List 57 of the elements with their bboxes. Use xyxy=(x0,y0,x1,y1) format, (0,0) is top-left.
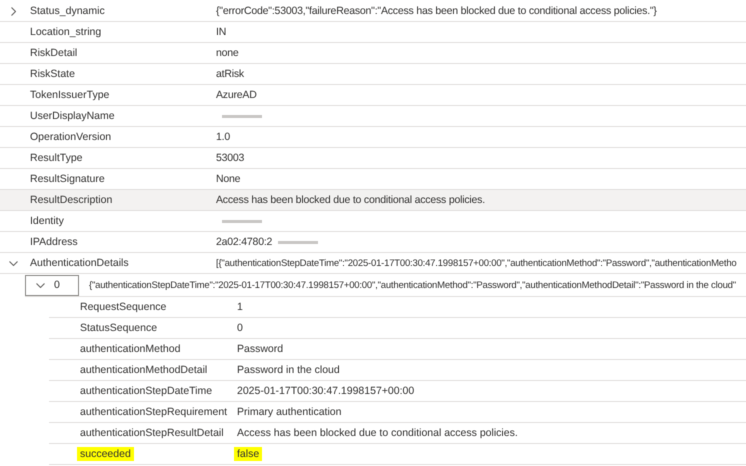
list-row[interactable]: AuthenticationDetails [{"authenticationStepDateTime":"2025-01-17T00:30:47.1998157+00:00","authenticationMethod":"Password","authenticationMetho xyxy=(0,253,746,274)
field-name: UserDisplayName xyxy=(30,110,116,122)
list-row[interactable]: TokenIssuerType AzureAD xyxy=(0,85,746,106)
highlighted-field-value: false xyxy=(234,447,262,461)
field-name: authenticationMethod xyxy=(80,343,180,355)
field-name: TokenIssuerType xyxy=(30,89,110,101)
field-value: IN xyxy=(216,26,226,38)
field-name: RiskDetail xyxy=(30,47,78,59)
field-name: Status_dynamic xyxy=(30,5,106,17)
field-name: authenticationStepRequirement xyxy=(80,406,228,418)
list-row[interactable]: OperationVersion 1.0 xyxy=(0,127,746,148)
field-name: Identity xyxy=(30,215,65,227)
chevron-right-icon[interactable] xyxy=(10,6,16,16)
field-value: Password in the cloud xyxy=(237,364,340,376)
field-value: [{"authenticationStepDateTime":"2025-01-17T00:30:47.1998157+00:00","authenticationMethod":"Password","authenticationMetho xyxy=(216,258,736,268)
field-value: atRisk xyxy=(216,68,244,80)
list-row[interactable]: Status_dynamic {"errorCode":53003,"failureReason":"Access has been blocked due to conditional access policies."} xyxy=(0,1,746,22)
field-name: StatusSequence xyxy=(80,322,158,334)
chevron-down-icon[interactable] xyxy=(36,283,45,288)
field-value: {"errorCode":53003,"failureReason":"Access has been blocked due to conditional access policies."} xyxy=(216,5,657,17)
chevron-down-icon[interactable] xyxy=(8,260,18,266)
field-value: 0 xyxy=(237,322,243,334)
field-name: authenticationMethodDetail xyxy=(80,364,208,376)
field-value: none xyxy=(216,47,239,59)
field-value: 1.0 xyxy=(216,131,230,143)
field-name: RequestSequence xyxy=(80,301,166,313)
field-value: Access has been blocked due to conditional access policies. xyxy=(237,427,518,439)
list-row[interactable]: Identity xyxy=(0,211,746,232)
list-row[interactable]: ResultType 53003 xyxy=(0,148,746,169)
field-value: 1 xyxy=(237,301,243,313)
field-value: Primary authentication xyxy=(237,406,342,418)
field-name: authenticationStepResultDetail xyxy=(80,427,224,439)
field-value: Access has been blocked due to conditional access policies. xyxy=(216,194,485,206)
field-value: 2025-01-17T00:30:47.1998157+00:00 xyxy=(237,385,414,397)
field-value: AzureAD xyxy=(216,89,257,101)
field-name: AuthenticationDetails xyxy=(30,257,130,269)
field-name: ResultDescription xyxy=(30,194,114,206)
field-name: ResultType xyxy=(30,152,84,164)
field-name: Location_string xyxy=(30,26,102,38)
field-name: IPAddress xyxy=(30,236,79,248)
field-name: authenticationStepDateTime xyxy=(80,385,212,397)
field-value: Password xyxy=(237,343,284,355)
field-value: {"authenticationStepDateTime":"2025-01-17T00:30:47.1998157+00:00","authenticationMethod":"Password","authenticationMethodDetail":"Password in the cloud" xyxy=(89,280,736,290)
field-value: None xyxy=(216,173,240,185)
list-row[interactable]: Location_string IN xyxy=(0,22,746,43)
list-row[interactable]: RiskState atRisk xyxy=(0,64,746,85)
list-row[interactable]: IPAddress 2a02:4780:2 xyxy=(0,232,746,253)
highlighted-field-name: succeeded xyxy=(77,447,134,461)
index-toggle[interactable]: 0 xyxy=(25,274,79,296)
field-value: 53003 xyxy=(216,152,244,164)
field-name: OperationVersion xyxy=(30,131,112,143)
list-row[interactable]: RiskDetail none xyxy=(0,43,746,64)
field-value: 2a02:4780:2 xyxy=(216,236,272,248)
selected-row[interactable]: ResultDescription Access has been blocked due to conditional access policies. xyxy=(0,190,746,211)
field-name: ResultSignature xyxy=(30,173,106,185)
list-row[interactable]: UserDisplayName xyxy=(0,106,746,127)
field-name: RiskState xyxy=(30,68,76,80)
